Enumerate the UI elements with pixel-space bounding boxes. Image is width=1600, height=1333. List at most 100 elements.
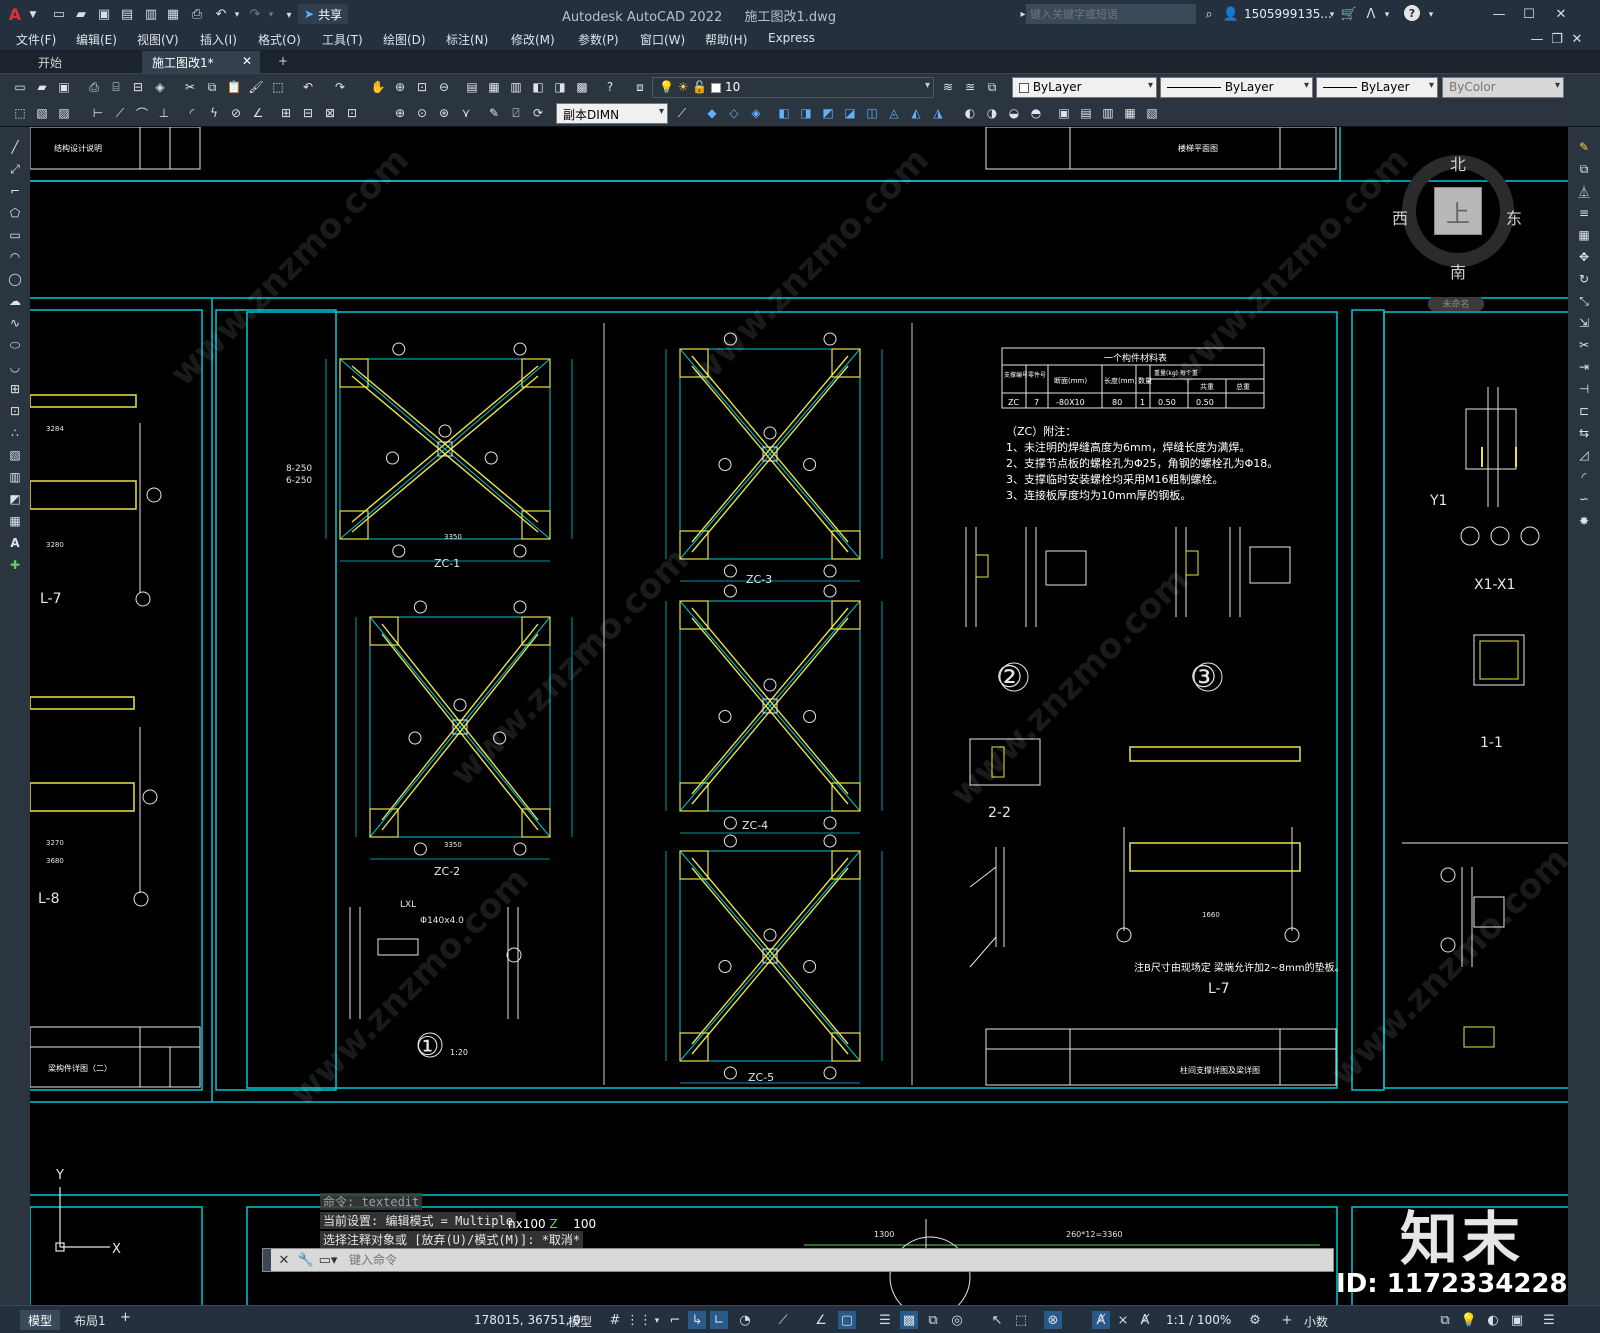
tb2-icon-2[interactable]: ▧ xyxy=(32,103,52,123)
tb2-modify-8[interactable]: ◫ xyxy=(862,103,882,123)
search-icon[interactable]: ⌕ xyxy=(1200,5,1218,23)
menu-draw[interactable]: 绘图(D) xyxy=(383,31,426,48)
annotation-scale-value[interactable]: 1:1 / 100% xyxy=(1166,1313,1231,1327)
dim-update-icon[interactable]: ⟳ xyxy=(528,103,548,123)
zoom-previous-icon[interactable]: ⊖ xyxy=(434,77,454,97)
tb2-modify-1[interactable]: ◆ xyxy=(702,103,722,123)
tb2-modify-13[interactable]: ◑ xyxy=(982,103,1002,123)
customize-toolbar-icon[interactable]: ▾ xyxy=(280,6,298,24)
tab-current-drawing[interactable]: 施工图改1* ✕ xyxy=(142,51,260,73)
transparency-icon[interactable]: ▩ xyxy=(900,1311,918,1329)
xline-tool-icon[interactable]: ⤢ xyxy=(5,159,25,179)
baseline-dim-icon[interactable]: ⊟ xyxy=(298,103,318,123)
tb2-modify-11[interactable]: ◮ xyxy=(928,103,948,123)
command-prompt-icon[interactable]: ▭▾ xyxy=(319,1251,338,1269)
tab-layout1[interactable]: 布局1 xyxy=(66,1310,114,1330)
dynamic-input-icon[interactable]: ↳ xyxy=(688,1311,706,1329)
layer-properties-icon[interactable]: ⧈ xyxy=(630,77,650,97)
erase-tool-icon[interactable]: ✎ xyxy=(1574,137,1594,157)
save-as-icon[interactable]: ▤ xyxy=(118,5,136,23)
object-track-icon[interactable]: ∠ xyxy=(812,1311,830,1329)
minimize-icon[interactable]: — xyxy=(1490,5,1508,23)
stretch-tool-icon[interactable]: ⇲ xyxy=(1574,313,1594,333)
open-icon[interactable]: ▰ xyxy=(32,77,52,97)
toolpalettes-icon[interactable]: ▥ xyxy=(506,77,526,97)
ortho-icon[interactable]: ∟ xyxy=(710,1311,728,1329)
annotation-visibility-icon[interactable]: Ⱥ xyxy=(1092,1311,1110,1329)
polygon-tool-icon[interactable]: ⬠ xyxy=(5,203,25,223)
menu-tools[interactable]: 工具(T) xyxy=(322,31,363,48)
model-space-toggle[interactable]: 模型 xyxy=(568,1313,592,1330)
model-space-canvas[interactable]: 结构设计说明 楼梯平面图 梁构件详图（二） 柱间支撑详图及梁详图 ZC-1 ZC… xyxy=(30,127,1568,1305)
tab-model[interactable]: 模型 xyxy=(20,1310,61,1330)
mtext-tool-icon[interactable]: A xyxy=(5,533,25,553)
markup-icon[interactable]: ◨ xyxy=(550,77,570,97)
menu-dimension[interactable]: 标注(N) xyxy=(446,31,488,48)
color-dropdown[interactable]: ByLayer ▾ xyxy=(1012,77,1157,98)
zoom-realtime-icon[interactable]: ⊕ xyxy=(390,77,410,97)
units-value[interactable]: 小数 xyxy=(1304,1313,1328,1330)
ellipse-tool-icon[interactable]: ⬭ xyxy=(5,335,25,355)
explode-tool-icon[interactable]: ✸ xyxy=(1574,511,1594,531)
3dprint-icon[interactable]: ◈ xyxy=(150,77,170,97)
plot-icon[interactable]: ⎙ xyxy=(84,77,104,97)
tab-start[interactable]: 开始 xyxy=(28,51,72,73)
linear-dim-icon[interactable]: ⊢ xyxy=(88,103,108,123)
tb2-icon-3[interactable]: ▨ xyxy=(54,103,74,123)
save-icon[interactable]: ▣ xyxy=(95,5,113,23)
jogged-linear-icon[interactable]: ⋎ xyxy=(456,103,476,123)
layer-dropdown[interactable]: 💡 ☀ 🔓 10 ▾ xyxy=(652,77,934,98)
help-dropdown-icon[interactable]: ▾ xyxy=(1422,6,1440,24)
break-tool-icon[interactable]: ⊏ xyxy=(1574,401,1594,421)
sheetset-icon[interactable]: ◧ xyxy=(528,77,548,97)
doc-restore-icon[interactable]: ❐ xyxy=(1548,30,1566,48)
fillet-tool-icon[interactable]: ◜ xyxy=(1574,467,1594,487)
isolate-objects-icon[interactable]: 💡 xyxy=(1460,1311,1478,1329)
blend-tool-icon[interactable]: ∽ xyxy=(1574,489,1594,509)
annotation-monitor-icon[interactable]: + xyxy=(1278,1311,1296,1329)
tolerance-icon[interactable]: ⊕ xyxy=(390,103,410,123)
menu-edit[interactable]: 编辑(E) xyxy=(76,31,117,48)
annotation-autoscale-icon[interactable]: ⨯ xyxy=(1114,1311,1132,1329)
maximize-icon[interactable]: ☐ xyxy=(1520,5,1538,23)
menu-express[interactable]: Express xyxy=(768,31,815,45)
diameter-dim-icon[interactable]: ⊘ xyxy=(226,103,246,123)
layer-previous-icon[interactable]: ≊ xyxy=(960,77,980,97)
line-tool-icon[interactable]: ╱ xyxy=(5,137,25,157)
osnap-icon[interactable]: ▢ xyxy=(838,1311,856,1329)
app-menu-chevron-icon[interactable]: ▼ xyxy=(24,6,42,24)
snap-dropdown-icon[interactable]: ▾ xyxy=(648,1312,666,1330)
designcenter-icon[interactable]: ▦ xyxy=(484,77,504,97)
point-tool-icon[interactable]: ∴ xyxy=(5,423,25,443)
linetype-dropdown[interactable]: ByLayer ▾ xyxy=(1160,77,1313,98)
lineweight-dropdown[interactable]: ByLayer ▾ xyxy=(1316,77,1438,98)
join-tool-icon[interactable]: ⇆ xyxy=(1574,423,1594,443)
open-web-icon[interactable]: ▥ xyxy=(142,5,160,23)
trim-tool-icon[interactable]: ✂ xyxy=(1574,335,1594,355)
extend-tool-icon[interactable]: ⇥ xyxy=(1574,357,1594,377)
rotate-tool-icon[interactable]: ↻ xyxy=(1574,269,1594,289)
a360-dropdown-icon[interactable]: ▾ xyxy=(1378,6,1396,24)
blockedit-icon[interactable]: ⬚ xyxy=(268,77,288,97)
menu-insert[interactable]: 插入(I) xyxy=(200,31,237,48)
cut-icon[interactable]: ✂ xyxy=(180,77,200,97)
wcs-menu[interactable]: 未命名 xyxy=(1428,297,1484,311)
viewcube-west[interactable]: 西 xyxy=(1392,205,1408,229)
gizmo-icon[interactable]: ⊗ xyxy=(1044,1311,1062,1329)
tb2-modify-5[interactable]: ◨ xyxy=(796,103,816,123)
menu-file[interactable]: 文件(F) xyxy=(16,31,56,48)
qnew-icon[interactable]: ▭ xyxy=(10,77,30,97)
aligned-dim-icon[interactable]: ⟋ xyxy=(110,103,130,123)
quickcalc-icon[interactable]: ▩ xyxy=(572,77,592,97)
save-tb-icon[interactable]: ▣ xyxy=(54,77,74,97)
tb-undo-icon[interactable]: ↶ xyxy=(298,77,318,97)
tb2-modify-4[interactable]: ◧ xyxy=(774,103,794,123)
radius-dim-icon[interactable]: ◜ xyxy=(182,103,202,123)
tb-help-icon[interactable]: ? xyxy=(600,77,620,97)
copy-tool-icon[interactable]: ⧉ xyxy=(1574,159,1594,179)
tb-redo-icon[interactable]: ↷ xyxy=(330,77,350,97)
spline-tool-icon[interactable]: ∿ xyxy=(5,313,25,333)
tab-close-icon[interactable]: ✕ xyxy=(242,54,252,68)
dim-space-icon[interactable]: ⊡ xyxy=(342,103,362,123)
selection-cycling-icon[interactable]: ⧉ xyxy=(924,1311,942,1329)
